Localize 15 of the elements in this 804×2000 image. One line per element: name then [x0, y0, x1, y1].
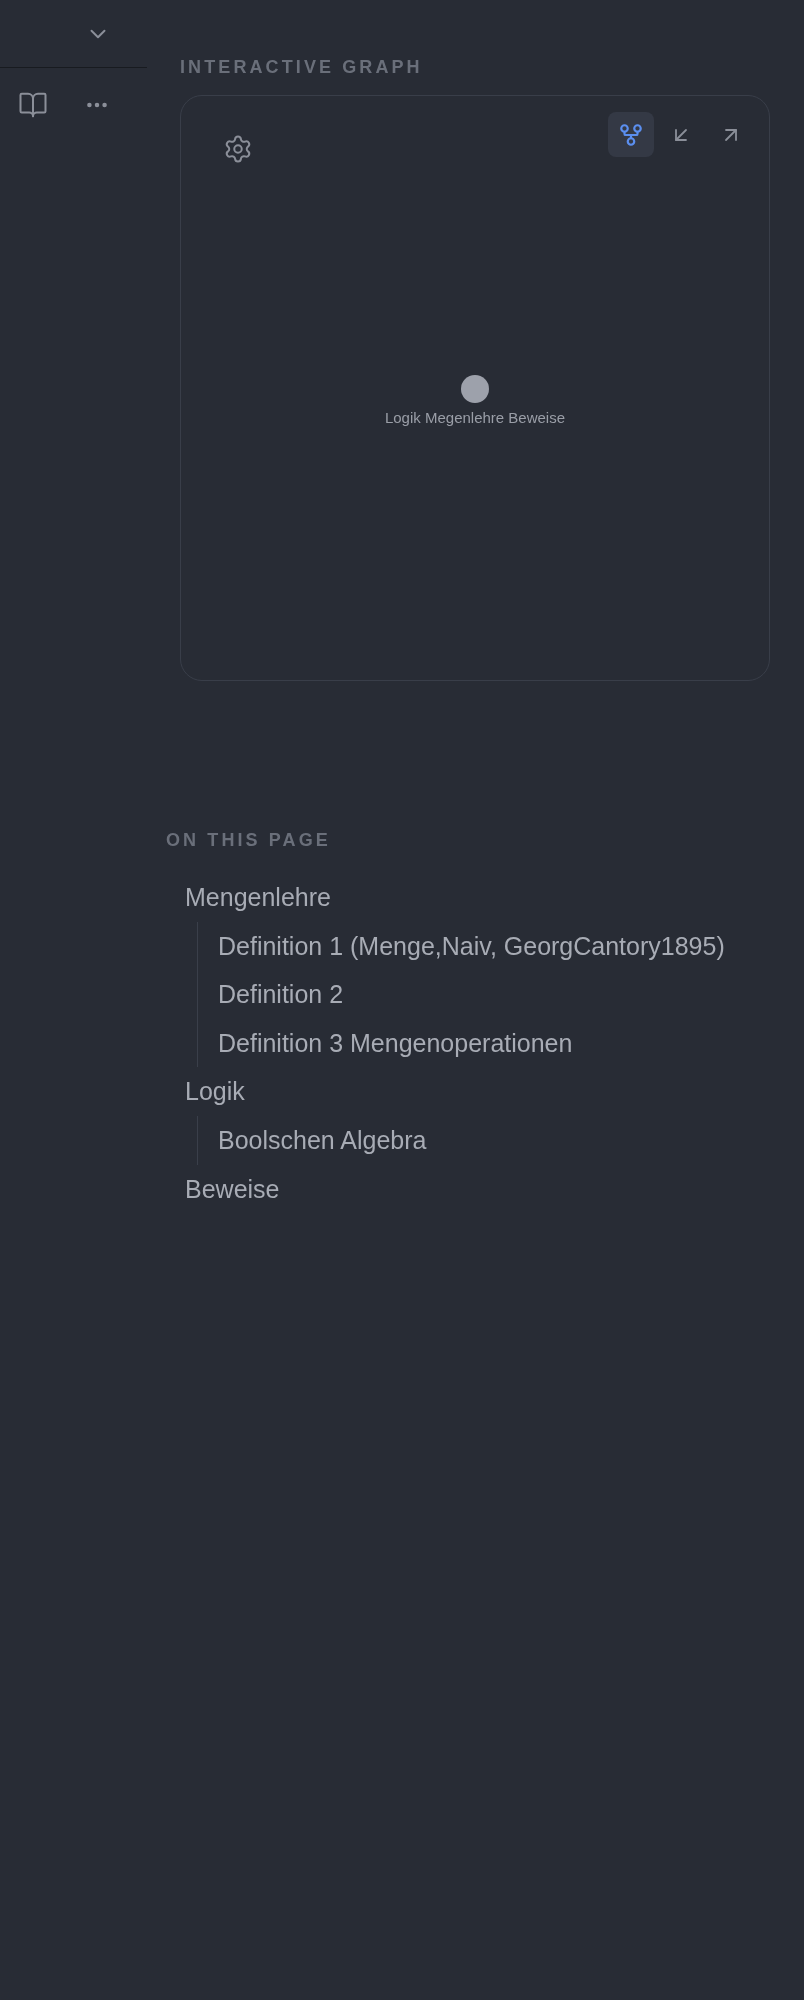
- book-icon[interactable]: [18, 90, 48, 120]
- outline-link[interactable]: Beweise: [185, 1164, 280, 1214]
- settings-icon[interactable]: [223, 134, 253, 164]
- outline-link[interactable]: Mengenlehre: [185, 873, 331, 922]
- node-label: Logik Megenlehre Beweise: [384, 409, 566, 427]
- graph-view-button[interactable]: [608, 112, 654, 157]
- outline-link[interactable]: Logik: [185, 1067, 245, 1116]
- outline-link[interactable]: Definition 1 (Menge,Naiv, GeorgCantory1895): [218, 921, 725, 971]
- outline-link[interactable]: Boolschen Algebra: [218, 1115, 427, 1165]
- graph-node[interactable]: [461, 375, 489, 403]
- section-heading: INTERACTIVE GRAPH: [180, 56, 423, 78]
- outline-link[interactable]: Definition 3 Mengenoperationen: [218, 1018, 573, 1068]
- section-heading: ON THIS PAGE: [166, 829, 331, 851]
- outline-link[interactable]: Definition 2: [218, 970, 344, 1019]
- fork-icon: [618, 121, 644, 148]
